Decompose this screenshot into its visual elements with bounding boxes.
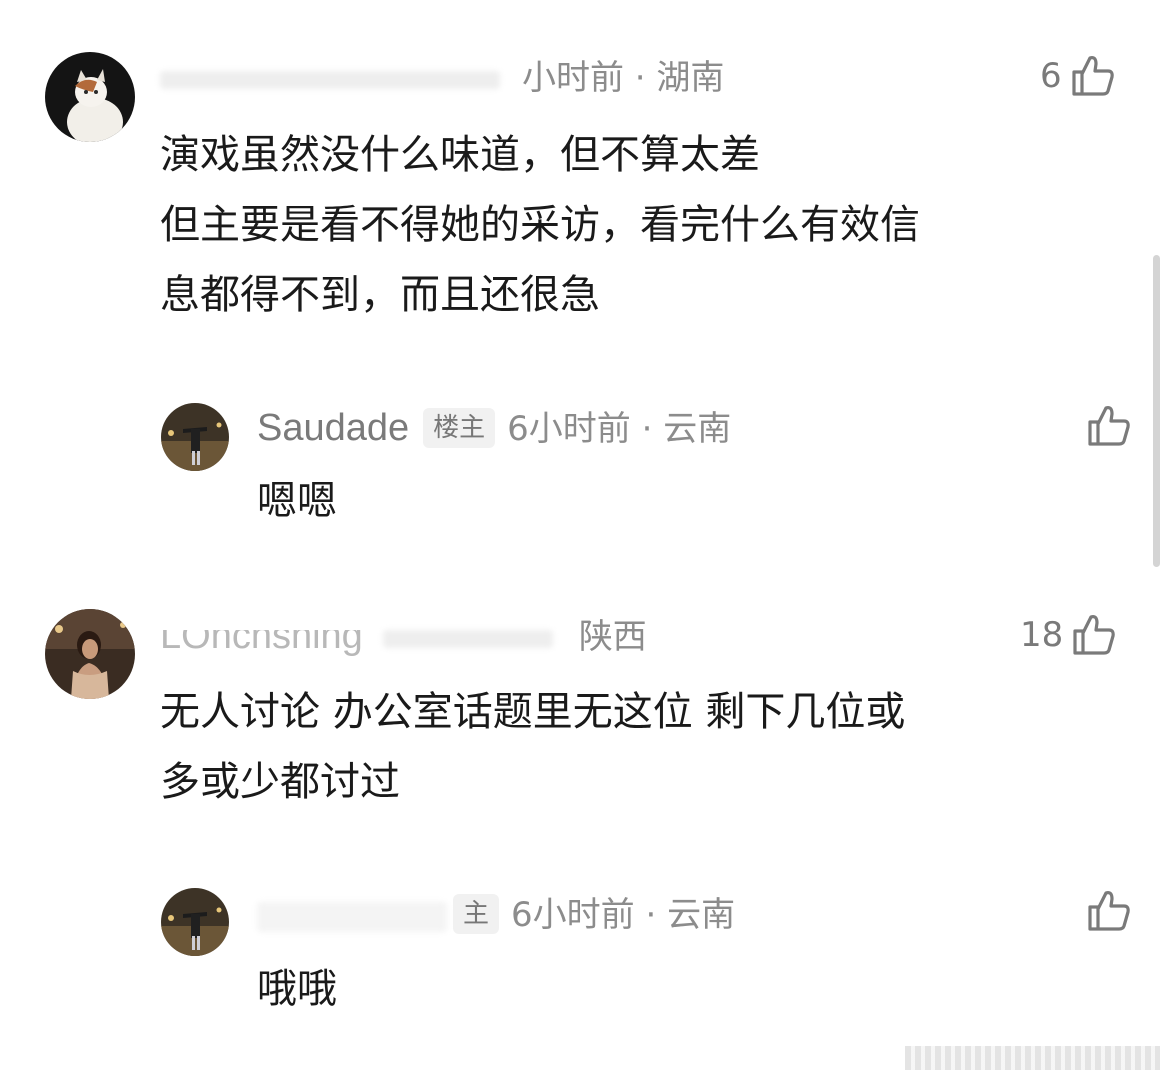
comment-location: 陕西 <box>578 617 647 657</box>
reply-time-location: 6小时前 · 云南 <box>511 895 736 935</box>
username-obscured <box>160 70 500 89</box>
like-count: 18 <box>1020 615 1064 655</box>
username-obscured <box>257 901 447 932</box>
op-badge: 楼主 <box>423 408 496 448</box>
like-button[interactable]: 6 <box>1040 52 1116 100</box>
reply-username[interactable]: Saudade <box>257 407 409 449</box>
reply-meta-2: 主 6小时前 · 云南 <box>257 894 735 935</box>
reply-time-location: 6小时前 · 云南 <box>507 409 732 449</box>
comment-content: 无人讨论 办公室话题里无这位 剩下几位或 多或少都讨过 <box>160 677 905 817</box>
avatar-cat[interactable] <box>45 52 135 142</box>
content-line: 无人讨论 办公室话题里无这位 剩下几位或 <box>160 689 906 735</box>
content-line: 息都得不到，而且还很急 <box>160 272 600 318</box>
comment-content: 演戏虽然没什么味道，但不算太差 但主要是看不得她的采访，看完什么有效信 息都得不… <box>160 120 920 330</box>
reply-content: 哦哦 <box>257 966 337 1012</box>
thumbs-up-icon <box>1062 52 1116 100</box>
like-count: 6 <box>1040 56 1062 96</box>
like-button[interactable] <box>1078 887 1132 935</box>
content-line: 多或少都讨过 <box>160 759 400 805</box>
content-line: 但主要是看不得她的采访，看完什么有效信 <box>160 202 920 248</box>
watermark <box>905 1046 1160 1070</box>
content-line: 演戏虽然没什么味道，但不算太差 <box>160 132 760 178</box>
comment-time-location: 小时前 · 湖南 <box>522 58 725 98</box>
thumbs-up-icon <box>1078 887 1132 935</box>
username-obscured <box>382 629 553 648</box>
like-button[interactable]: 18 <box>1020 611 1117 659</box>
thumbs-up-icon <box>1063 611 1117 659</box>
avatar-woman[interactable] <box>45 609 135 699</box>
scrollbar[interactable] <box>1153 255 1160 567</box>
avatar-reply-author[interactable] <box>161 403 229 471</box>
op-badge: 主 <box>453 894 500 934</box>
comment-username-partial[interactable]: LOncnshing <box>160 630 363 656</box>
thumbs-up-icon <box>1078 402 1132 450</box>
reply-meta-1: Saudade 楼主 6小时前 · 云南 <box>257 408 731 449</box>
like-button[interactable] <box>1078 402 1132 450</box>
reply-content: 嗯嗯 <box>257 478 337 524</box>
comment-meta-1: 小时前 · 湖南 <box>160 58 724 98</box>
avatar-reply-author[interactable] <box>161 888 229 956</box>
comment-meta-2: LOncnshing 陕西 <box>160 616 647 657</box>
